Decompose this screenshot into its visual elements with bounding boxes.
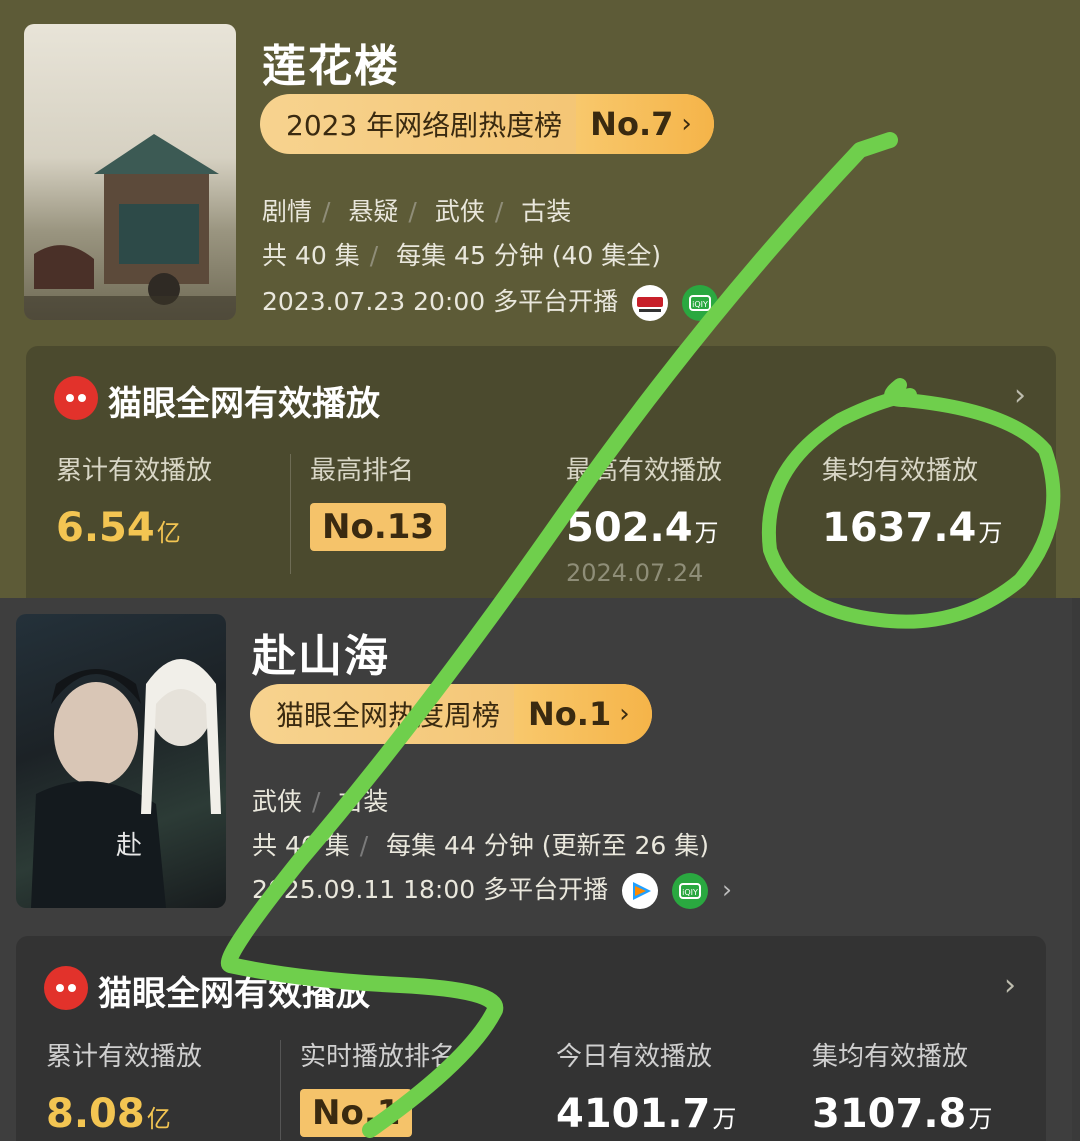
svg-text:赴: 赴: [116, 831, 142, 861]
stat-label: 累计有效播放: [46, 1042, 203, 1072]
stat-label: 最高排名: [310, 456, 415, 486]
stat-label: 今日有效播放: [556, 1042, 713, 1072]
drama-title: 赴山海: [252, 631, 390, 682]
episode-info: 共 40 集 / 每集 44 分钟 (更新至 26 集): [252, 831, 709, 860]
play-stats-panel[interactable]: 猫眼全网有效播放 › 累计有效播放 6.54亿 最高排名 No.13 最高有效播…: [26, 346, 1056, 598]
chevron-right-icon: ›: [619, 699, 630, 729]
genre-tag: 武侠: [252, 787, 303, 816]
rank-label: 猫眼全网热度周榜: [276, 699, 501, 732]
stat-realtime-rank: 实时播放排名 No.1: [300, 1036, 456, 1137]
release-date: 2025.09.11 18:00 多平台开播: [252, 875, 609, 904]
stat-date: 2024.07.24: [566, 559, 704, 587]
poster-art-icon: [24, 134, 236, 320]
chevron-right-icon[interactable]: ›: [1014, 378, 1026, 413]
genre-tag: 武侠: [434, 197, 485, 226]
stat-value: 8.08亿: [46, 1091, 171, 1137]
play-stats-panel[interactable]: 猫眼全网有效播放 › 累计有效播放 8.08亿 实时播放排名 No.1 今日有效…: [16, 936, 1046, 1141]
stat-best-rank: 最高排名 No.13: [310, 450, 447, 551]
release-info: 2025.09.11 18:00 多平台开播 iQIY ›: [252, 870, 732, 909]
rank-badge[interactable]: 猫眼全网热度周榜 No.1 ›: [250, 684, 652, 744]
tencent-video-icon[interactable]: [622, 873, 659, 909]
stats-title: 猫眼全网有效播放: [108, 384, 380, 424]
chevron-right-icon[interactable]: ›: [722, 875, 732, 904]
iqiyi-icon[interactable]: iQIY: [672, 873, 708, 909]
genre-tag: 古装: [338, 787, 389, 816]
maoyan-cat-icon: [44, 966, 88, 1010]
drama-title: 莲花楼: [262, 41, 400, 92]
iqiyi-icon[interactable]: iQIY: [682, 285, 718, 321]
rank-no-text: No.7: [590, 105, 674, 143]
stat-cumulative: 累计有效播放 6.54亿: [56, 450, 212, 551]
rank-badge[interactable]: 2023 年网络剧热度榜 No.7 ›: [260, 94, 714, 154]
poster-image[interactable]: 赴: [16, 614, 226, 908]
rank-label: 2023 年网络剧热度榜: [286, 109, 563, 142]
maoyan-cat-icon: [54, 376, 98, 420]
stat-label: 集均有效播放: [822, 456, 979, 486]
stat-value: 502.4万: [566, 505, 719, 551]
genre-list: 剧情 / 悬疑 / 武侠 / 古装: [262, 197, 572, 226]
stat-value: 4101.7万: [556, 1091, 737, 1137]
stat-value: 3107.8万: [812, 1091, 993, 1137]
episode-duration: 每集 45 分钟 (40 集全): [396, 241, 662, 270]
episode-duration: 每集 44 分钟 (更新至 26 集): [386, 831, 709, 860]
genre-tag: 古装: [521, 197, 572, 226]
genre-list: 武侠 / 古装: [252, 787, 389, 816]
stat-divider: [280, 1040, 281, 1140]
episode-count: 共 40 集: [262, 241, 360, 270]
stat-label: 集均有效播放: [812, 1042, 969, 1072]
episode-count: 共 40 集: [252, 831, 350, 860]
genre-tag: 悬疑: [348, 197, 399, 226]
stat-value: 1637.4万: [822, 505, 1003, 551]
chevron-right-icon: ›: [681, 109, 692, 139]
rank-box: No.13: [310, 503, 447, 551]
stat-label: 累计有效播放: [56, 456, 213, 486]
stat-divider: [290, 454, 291, 574]
episode-info: 共 40 集 / 每集 45 分钟 (40 集全): [262, 241, 662, 270]
stat-average: 集均有效播放 1637.4万: [822, 450, 1002, 551]
stats-title: 猫眼全网有效播放: [98, 974, 370, 1014]
rank-number: No.7 ›: [576, 94, 714, 154]
svg-text:iQIY: iQIY: [682, 888, 698, 897]
stat-cumulative: 累计有效播放 8.08亿: [46, 1036, 202, 1137]
stat-value: 6.54亿: [56, 505, 181, 551]
genre-tag: 剧情: [262, 197, 313, 226]
drama-card-lianhualou[interactable]: 莲花楼 2023 年网络剧热度榜 No.7 › 剧情 / 悬疑 / 武侠 / 古装 共…: [0, 0, 1080, 598]
poster-image[interactable]: [24, 24, 236, 320]
chevron-right-icon[interactable]: ›: [1004, 968, 1016, 1003]
stat-peak: 最高有效播放 502.4万 2024.07.24: [566, 450, 722, 587]
rank-box: No.1: [300, 1089, 413, 1137]
poster-art-icon: 赴: [31, 659, 221, 908]
rank-number: No.1 ›: [514, 684, 652, 744]
release-info: 2023.07.23 20:00 多平台开播 iQIY: [262, 282, 718, 321]
rank-no-text: No.1: [528, 695, 612, 733]
svg-text:iQIY: iQIY: [692, 300, 708, 309]
stat-average: 集均有效播放 3107.8万: [812, 1036, 992, 1137]
cctv-icon[interactable]: [632, 285, 669, 321]
stat-label: 最高有效播放: [566, 456, 723, 486]
release-date: 2023.07.23 20:00 多平台开播: [262, 287, 619, 316]
drama-card-fushanhai[interactable]: 赴 赴山海 猫眼全网热度周榜 No.1 › 武侠 / 古装 共 40 集 / 每集 …: [0, 598, 1072, 1141]
stat-today: 今日有效播放 4101.7万: [556, 1036, 736, 1137]
stat-label: 实时播放排名: [300, 1042, 457, 1072]
